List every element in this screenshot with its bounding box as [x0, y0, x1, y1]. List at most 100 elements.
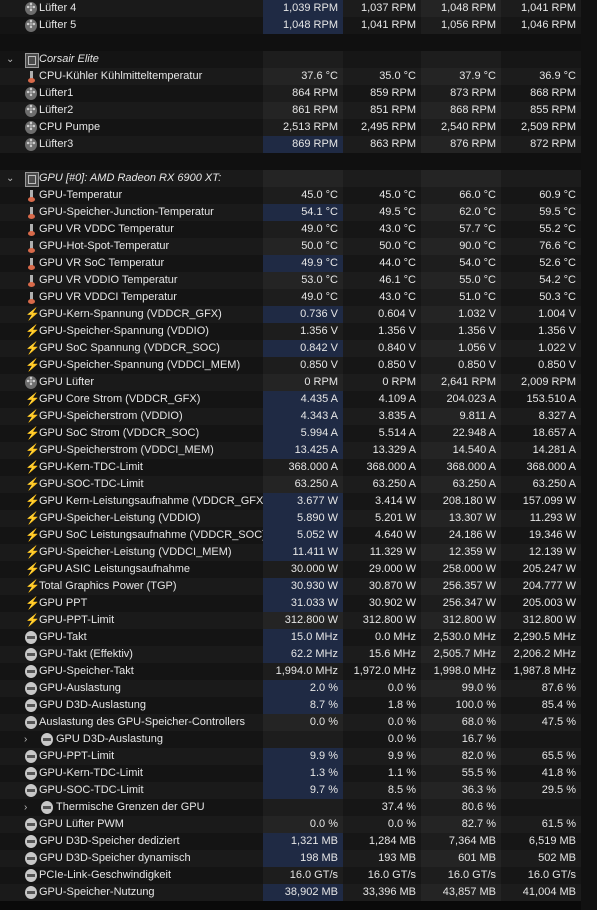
- sensor-row[interactable]: ⚡ GPU-Speicher-Leistung (VDDCI_MEM) 11.411…: [0, 544, 597, 561]
- min-value-cell: 859 RPM: [343, 85, 421, 102]
- sensor-row[interactable]: GPU-Hot-Spot-Temperatur 50.0 °C 50.0 °C 90.…: [0, 238, 597, 255]
- min-value-cell: 312.800 W: [343, 612, 421, 629]
- sensor-row[interactable]: ⚡ GPU-SOC-TDC-Limit 63.250 A 63.250 A 63.250…: [0, 476, 597, 493]
- sensor-row[interactable]: Lüfter 4 1,039 RPM1,037 RPM1,048 RPM1,041…: [0, 0, 597, 17]
- current-value-cell: 312.800 W: [263, 612, 343, 629]
- sensor-row[interactable]: GPU Lüfter PWM 0.0 % 0.0 % 82.7 % 61.5 %: [0, 816, 597, 833]
- sensor-row[interactable]: GPU-PPT-Limit 9.9 % 9.9 % 82.0 % 65.5 %: [0, 748, 597, 765]
- sensor-label: GPU SoC Leistungsaufnahme (VDDCR_SOC): [39, 529, 266, 541]
- sensor-row[interactable]: GPU VR VDDCI Temperatur 49.0 °C 43.0 °C 51.…: [0, 289, 597, 306]
- current-value-cell: 30.930 W: [263, 578, 343, 595]
- sensor-row[interactable]: GPU VR VDDIO Temperatur 53.0 °C 46.1 °C 55.…: [0, 272, 597, 289]
- sensor-row[interactable]: ⚡ GPU ASIC Leistungsaufnahme 30.000 W 29.00…: [0, 561, 597, 578]
- sensor-label: GPU-Speicherstrom (VDDCI_MEM): [39, 444, 214, 456]
- sensor-label-cell: GPU-Takt: [0, 629, 263, 646]
- clock-icon: [25, 699, 37, 712]
- sensor-row[interactable]: ⚡ GPU-Speicher-Leistung (VDDIO) 5.890 W 5.2…: [0, 510, 597, 527]
- current-value-cell: 49.0 °C: [263, 289, 343, 306]
- sensor-row[interactable]: ⚡ GPU SoC Leistungsaufnahme (VDDCR_SOC) 5.…: [0, 527, 597, 544]
- sensor-row[interactable]: ⚡ Total Graphics Power (TGP) 30.930 W 30.87…: [0, 578, 597, 595]
- sensor-row[interactable]: ⚡ GPU Core Strom (VDDCR_GFX) 4.435 A 4.109 …: [0, 391, 597, 408]
- sensor-row[interactable]: GPU-Speicher-Nutzung 38,902 MB 33,396 MB 43…: [0, 884, 597, 901]
- clock-icon: [25, 869, 37, 882]
- current-value-cell: 861 RPM: [263, 102, 343, 119]
- sensor-label: GPU-Speicher-Leistung (VDDIO): [39, 512, 201, 524]
- sensor-row[interactable]: GPU D3D-Speicher dynamisch 198 MB 193 MB 60…: [0, 850, 597, 867]
- bolt-icon: ⚡: [25, 528, 40, 542]
- sensor-row[interactable]: PCIe-Link-Geschwindigkeit 16.0 GT/s 16.0 G…: [0, 867, 597, 884]
- sensor-row[interactable]: ⚡ GPU Kern-Leistungsaufnahme (VDDCR_GFX) 3…: [0, 493, 597, 510]
- max-value-cell: 601 MB: [421, 850, 501, 867]
- sensor-row[interactable]: ⚡ GPU-Speicherstrom (VDDCI_MEM) 13.425 A 13…: [0, 442, 597, 459]
- sensor-row[interactable]: ⚡ GPU-Speicher-Spannung (VDDIO) 1.356 V 1.3…: [0, 323, 597, 340]
- sensor-row[interactable]: GPU-Auslastung 2.0 % 0.0 % 99.0 % 87.6 %: [0, 680, 597, 697]
- average-value-cell: 1,041 RPM: [501, 0, 581, 17]
- sensor-row[interactable]: GPU Lüfter0 RPM0 RPM2,641 RPM2,009 RPM: [0, 374, 597, 391]
- sensor-label-cell: GPU VR VDDCI Temperatur: [0, 289, 263, 306]
- bolt-icon: ⚡: [25, 358, 40, 372]
- sensor-row[interactable]: ⚡ GPU-Kern-TDC-Limit 368.000 A 368.000 A 368…: [0, 459, 597, 476]
- sensor-row[interactable]: ⚡ GPU-Speicherstrom (VDDIO) 4.343 A 3.835 A…: [0, 408, 597, 425]
- sensor-row[interactable]: GPU-SOC-TDC-Limit 9.7 % 8.5 % 36.3 % 29.5 %: [0, 782, 597, 799]
- average-value-cell: 153.510 A: [501, 391, 581, 408]
- max-value-cell: 204.023 A: [421, 391, 501, 408]
- average-value-cell: 18.657 A: [501, 425, 581, 442]
- bolt-icon: ⚡: [25, 324, 40, 338]
- collapsed-chevron-icon[interactable]: ›: [24, 731, 27, 748]
- sensor-row[interactable]: ⚡ GPU-Kern-Spannung (VDDCR_GFX) 0.736 V 0.6…: [0, 306, 597, 323]
- min-value-cell: 63.250 A: [343, 476, 421, 493]
- sensor-label-cell: ⚡ GPU-SOC-TDC-Limit: [0, 476, 263, 493]
- min-value-cell: 16.0 GT/s: [343, 867, 421, 884]
- sensor-row[interactable]: GPU D3D-Speicher dediziert 1,321 MB 1,284 …: [0, 833, 597, 850]
- sensor-row[interactable]: GPU-Temperatur 45.0 °C 45.0 °C 66.0 °C 60.9 …: [0, 187, 597, 204]
- sensor-row[interactable]: GPU-Takt (Effektiv) 62.2 MHz 15.6 MHz 2,505…: [0, 646, 597, 663]
- sensor-label-cell: Lüfter 5: [0, 17, 263, 34]
- sensor-label: GPU ASIC Leistungsaufnahme: [39, 563, 191, 575]
- sensor-label-cell: ⚡ Total Graphics Power (TGP): [0, 578, 263, 595]
- current-value-cell: 3.677 W: [263, 493, 343, 510]
- clock-icon: [25, 886, 37, 899]
- max-value-cell: 1,048 RPM: [421, 0, 501, 17]
- sensor-row[interactable]: Lüfter 5 1,048 RPM1,041 RPM1,056 RPM1,046…: [0, 17, 597, 34]
- max-value-cell: 2,540 RPM: [421, 119, 501, 136]
- sensor-row[interactable]: Lüfter2 861 RPM851 RPM868 RPM855 RPM: [0, 102, 597, 119]
- sensor-label-cell: ⚡ GPU-Speicher-Spannung (VDDCI_MEM): [0, 357, 263, 374]
- vertical-scrollbar[interactable]: [581, 0, 597, 910]
- sensor-row[interactable]: Lüfter3 869 RPM863 RPM876 RPM872 RPM: [0, 136, 597, 153]
- sensor-row[interactable]: Auslastung des GPU-Speicher-Controllers 0…: [0, 714, 597, 731]
- current-value-cell: 0.736 V: [263, 306, 343, 323]
- sensor-row[interactable]: ⚡ GPU-Speicher-Spannung (VDDCI_MEM) 0.850 …: [0, 357, 597, 374]
- sensor-label-cell: ⚡ GPU-Kern-Spannung (VDDCR_GFX): [0, 306, 263, 323]
- expand-chevron-icon[interactable]: ⌄: [6, 51, 14, 68]
- sensor-row[interactable]: ⚡ GPU SoC Strom (VDDCR_SOC) 5.994 A 5.514 A…: [0, 425, 597, 442]
- average-value-cell: 76.6 °C: [501, 238, 581, 255]
- sensor-row[interactable]: GPU VR SoC Temperatur 49.9 °C 44.0 °C 54.0 …: [0, 255, 597, 272]
- sensor-label-cell: PCIe-Link-Geschwindigkeit: [0, 867, 263, 884]
- sensor-group-row[interactable]: ⌄ Corsair Elite: [0, 51, 597, 68]
- sensor-label: Lüfter2: [39, 104, 74, 116]
- sensor-label-cell: ⚡ GPU-Speicherstrom (VDDCI_MEM): [0, 442, 263, 459]
- sensor-row[interactable]: GPU D3D-Auslastung 8.7 % 1.8 % 100.0 % 85.4 …: [0, 697, 597, 714]
- current-value-cell: 37.6 °C: [263, 68, 343, 85]
- sensor-row[interactable]: GPU-Speicher-Junction-Temperatur 54.1 °C 4…: [0, 204, 597, 221]
- sensor-row[interactable]: ⚡ GPU-PPT-Limit 312.800 W 312.800 W 312.800 …: [0, 612, 597, 629]
- min-value-cell: 37.4 %: [343, 799, 421, 816]
- sensor-row[interactable]: › GPU D3D-Auslastung 0.0 % 16.7 %: [0, 731, 597, 748]
- sensor-row[interactable]: CPU-Kühler Kühlmitteltemperatur 37.6 °C 35…: [0, 68, 597, 85]
- sensor-row[interactable]: CPU Pumpe 2,513 RPM2,495 RPM2,540 RPM2,50…: [0, 119, 597, 136]
- sensor-row[interactable]: GPU-Speicher-Takt 1,994.0 MHz 1,972.0 MHz 1…: [0, 663, 597, 680]
- sensor-row[interactable]: › Thermische Grenzen der GPU 37.4 % 80.6 %: [0, 799, 597, 816]
- expand-chevron-icon[interactable]: ⌄: [6, 170, 14, 187]
- min-value-cell: 43.0 °C: [343, 289, 421, 306]
- sensor-row[interactable]: GPU VR VDDC Temperatur 49.0 °C 43.0 °C 57.7…: [0, 221, 597, 238]
- max-value-cell: 66.0 °C: [421, 187, 501, 204]
- sensor-row[interactable]: GPU-Takt 15.0 MHz 0.0 MHz 2,530.0 MHz 2,290.…: [0, 629, 597, 646]
- sensor-row[interactable]: GPU-Kern-TDC-Limit 1.3 % 1.1 % 55.5 % 41.8 %: [0, 765, 597, 782]
- collapsed-chevron-icon[interactable]: ›: [24, 799, 27, 816]
- sensor-row[interactable]: Lüfter1 864 RPM859 RPM873 RPM868 RPM: [0, 85, 597, 102]
- sensor-label-cell: ⚡ GPU-PPT-Limit: [0, 612, 263, 629]
- average-value-cell: 63.250 A: [501, 476, 581, 493]
- sensor-row[interactable]: ⚡ GPU SoC Spannung (VDDCR_SOC) 0.842 V 0.84…: [0, 340, 597, 357]
- sensor-group-row[interactable]: ⌄ GPU [#0]: AMD Radeon RX 6900 XT:: [0, 170, 597, 187]
- sensor-row[interactable]: ⚡ GPU PPT 31.033 W 30.902 W 256.347 W 205.003…: [0, 595, 597, 612]
